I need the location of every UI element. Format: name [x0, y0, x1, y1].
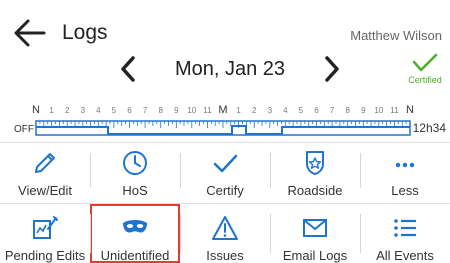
less-label: Less [391, 183, 419, 198]
user-name: Matthew Wilson [350, 28, 442, 43]
less-button[interactable]: Less [360, 143, 450, 198]
certify-button[interactable]: Certify [180, 143, 270, 198]
pending-edits-label: Pending Edits [4, 248, 86, 263]
all-events-label: All Events [376, 248, 434, 263]
certified-check-icon [412, 53, 438, 72]
clock-icon [123, 151, 147, 175]
hour-label: 10 [187, 106, 196, 115]
hour-label: 2 [252, 106, 257, 115]
view-edit-button[interactable]: View/Edit [0, 143, 90, 198]
issues-button[interactable]: Issues [180, 204, 270, 263]
hour-label: 7 [143, 106, 148, 115]
log-grid: N 1 2 3 4 5 6 7 8 9 10 11 M 1 2 3 4 5 6 7 8 9 10 11 N OFF 12h34 [14, 104, 447, 136]
hour-label: M [218, 104, 227, 116]
hour-label: N [32, 104, 40, 116]
unidentified-label: Unidentified [100, 248, 170, 263]
email-logs-button[interactable]: Email Logs [270, 204, 360, 263]
roadside-button[interactable]: Roadside [270, 143, 360, 198]
warning-icon [212, 216, 238, 240]
envelope-icon [303, 219, 327, 237]
pencil-icon [35, 153, 55, 173]
certified-status: Certified [400, 53, 450, 85]
hour-label: N [406, 104, 414, 116]
hour-label: 11 [203, 106, 212, 115]
badge-icon [306, 151, 324, 175]
mask-icon [123, 220, 147, 233]
list-icon [394, 219, 416, 237]
next-day-icon[interactable] [322, 54, 342, 84]
hour-label: 3 [81, 106, 86, 115]
more-icon [395, 162, 415, 168]
hour-label: 10 [374, 106, 383, 115]
issues-label: Issues [206, 248, 244, 263]
back-arrow-icon[interactable] [12, 18, 46, 48]
roadside-label: Roadside [287, 183, 343, 198]
hour-label: 11 [390, 106, 399, 115]
hour-label: 4 [283, 106, 288, 115]
total-time: 12h34 [413, 121, 447, 135]
hour-label: 8 [345, 106, 350, 115]
hos-button[interactable]: HoS [90, 143, 180, 198]
unidentified-button[interactable]: Unidentified [90, 204, 180, 263]
page-title: Logs [62, 21, 108, 44]
certified-label: Certified [408, 75, 442, 85]
email-logs-label: Email Logs [282, 248, 348, 263]
hour-label: 8 [158, 106, 163, 115]
hour-label: 5 [112, 106, 117, 115]
action-row-1: View/Edit HoS Certify Roadside Less [0, 142, 450, 198]
checkmark-icon [213, 154, 238, 173]
hour-label: 2 [65, 106, 70, 115]
hour-label: 1 [236, 106, 241, 115]
action-row-2: Pending Edits Unidentified Issues Email … [0, 203, 450, 263]
hour-label: 9 [361, 106, 366, 115]
hour-label: 4 [96, 106, 101, 115]
hour-label: 5 [299, 106, 304, 115]
view-edit-label: View/Edit [18, 183, 72, 198]
app-header: Logs Matthew Wilson Mon, Jan 23 Certifie… [0, 0, 450, 85]
status-label: OFF [14, 124, 34, 135]
log-date: Mon, Jan 23 [174, 58, 286, 80]
edit-chart-icon [33, 216, 58, 239]
hour-label: 7 [330, 106, 335, 115]
hour-label: 3 [268, 106, 273, 115]
certify-label: Certify [206, 183, 244, 198]
hour-label: 1 [49, 106, 54, 115]
previous-day-icon[interactable] [118, 54, 138, 84]
hos-label: HoS [122, 183, 148, 198]
hour-label: 9 [174, 106, 179, 115]
hour-label: 6 [127, 106, 132, 115]
hour-labels: N 1 2 3 4 5 6 7 8 9 10 11 M 1 2 3 4 5 6 7 8 9 10 11 N [32, 104, 414, 116]
pending-edits-button[interactable]: Pending Edits [0, 204, 90, 263]
all-events-button[interactable]: All Events [360, 204, 450, 263]
hour-label: 6 [314, 106, 319, 115]
